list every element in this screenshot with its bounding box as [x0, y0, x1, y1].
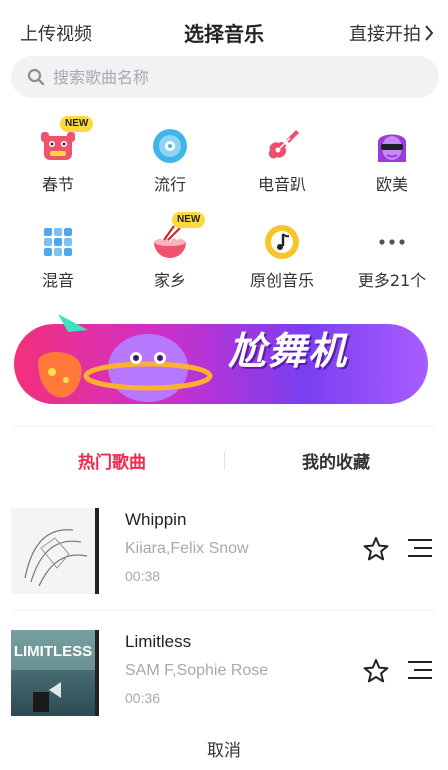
category-label: 家乡: [153, 271, 186, 290]
search-bar[interactable]: [11, 56, 439, 98]
star-icon[interactable]: [363, 536, 389, 562]
cancel-button[interactable]: 取消: [0, 720, 448, 770]
category-pop[interactable]: 流行: [114, 116, 226, 204]
song-duration: 00:38: [125, 568, 161, 584]
new-badge: NEW: [60, 116, 94, 132]
top-bar: 上传视频 选择音乐 直接开拍: [0, 0, 448, 62]
category-hometown[interactable]: NEW 家乡: [114, 212, 226, 300]
album-cover: LIMITLESS: [11, 630, 99, 716]
svg-text:LIMITLESS: LIMITLESS: [14, 643, 92, 660]
category-remix[interactable]: 混音: [2, 212, 114, 300]
category-label: 电音趴: [257, 175, 306, 194]
sunglasses-woman-icon: [378, 134, 406, 162]
star-icon[interactable]: [363, 658, 389, 684]
music-note-circle-icon: [265, 225, 299, 259]
tab-hot-songs[interactable]: 热门歌曲: [0, 448, 224, 473]
noodle-bowl-icon: [154, 225, 186, 258]
album-cover: [11, 508, 99, 594]
category-label: 原创音乐: [249, 271, 314, 290]
song-row[interactable]: LIMITLESS Limitless SAM F,Sophie Rose 00…: [0, 622, 448, 734]
search-input[interactable]: [53, 67, 393, 87]
options-menu-icon[interactable]: [408, 660, 432, 680]
start-shooting-label: 直接开拍: [349, 24, 421, 45]
song-row[interactable]: Whippin Kiiara,Felix Snow 00:38: [0, 500, 448, 612]
banner-title: 尬舞机: [228, 328, 349, 373]
category-spring-festival[interactable]: NEW 春节: [2, 116, 114, 204]
category-label: 流行: [153, 175, 186, 194]
gamepad-planet-illustration: [38, 314, 213, 402]
electric-guitar-icon: [268, 130, 299, 159]
category-western[interactable]: 欧美: [336, 116, 448, 204]
search-icon: [27, 68, 45, 86]
divider: [14, 610, 434, 611]
category-label: 欧美: [375, 175, 408, 194]
category-label: 混音: [41, 271, 74, 290]
category-electronic-party[interactable]: 电音趴: [226, 116, 338, 204]
options-menu-icon[interactable]: [408, 538, 432, 558]
song-title: Limitless: [125, 632, 192, 651]
lion-dance-icon: [41, 132, 75, 160]
category-more[interactable]: 更多21个: [336, 212, 448, 300]
song-artist: Kiiara,Felix Snow: [125, 540, 249, 557]
tab-my-favorites[interactable]: 我的收藏: [224, 448, 448, 473]
category-label: 更多21个: [357, 271, 427, 290]
divider: [14, 426, 434, 427]
song-title: Whippin: [125, 510, 187, 529]
music-tabs: 热门歌曲 我的收藏: [0, 428, 448, 490]
song-artist: SAM F,Sophie Rose: [125, 662, 269, 679]
dance-machine-banner[interactable]: [0, 310, 448, 685]
category-original-music[interactable]: 原创音乐: [226, 212, 338, 300]
more-dots-icon: [379, 239, 405, 245]
new-badge: NEW: [172, 212, 206, 228]
song-duration: 00:36: [125, 690, 161, 706]
chevron-right-icon: [425, 25, 434, 41]
category-label: 春节: [41, 175, 74, 194]
mixer-grid-icon: [44, 228, 72, 256]
start-shooting-button[interactable]: 直接开拍: [349, 20, 434, 46]
vinyl-disc-icon: [153, 129, 187, 163]
